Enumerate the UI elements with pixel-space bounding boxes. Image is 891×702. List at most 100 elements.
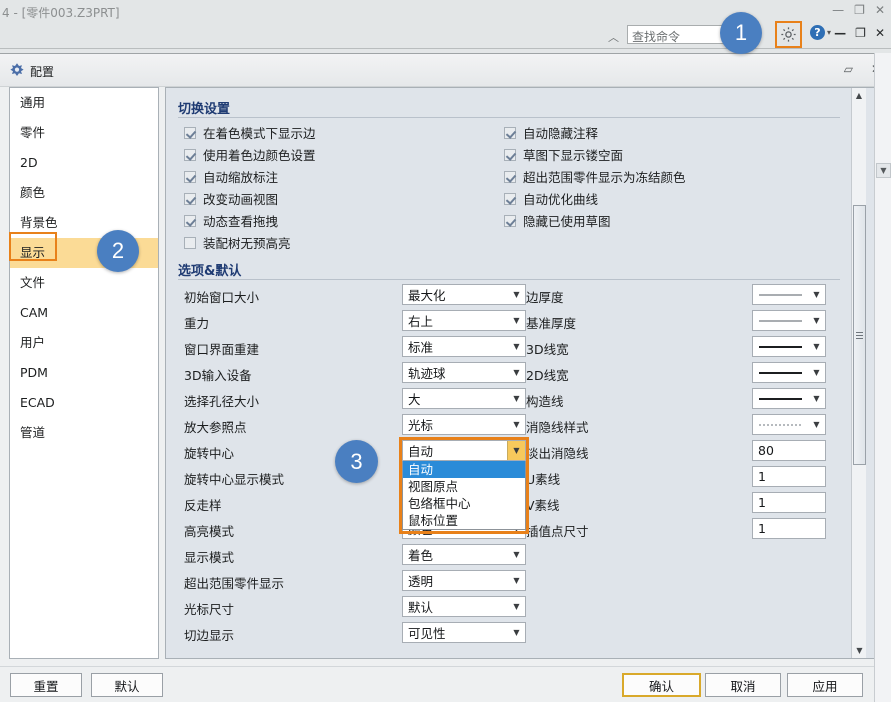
window-controls-top[interactable]: — ❐ ✕ xyxy=(832,4,885,16)
sidebar-item-lingjian[interactable]: 零件 xyxy=(10,118,158,148)
combo-3d-input-device[interactable]: 轨迹球 ▼ xyxy=(402,362,526,383)
chevron-down-icon[interactable]: ▼ xyxy=(508,415,525,434)
chevron-down-icon[interactable]: ▼ xyxy=(508,363,525,382)
input-u-isoline[interactable]: 1 xyxy=(752,466,826,487)
checkbox-row[interactable]: 自动隐藏注释 xyxy=(504,123,598,142)
checkbox-show-hollow-face-sketch[interactable] xyxy=(504,148,516,161)
scrollbar-thumb[interactable] xyxy=(853,205,866,465)
combo-initial-window-size[interactable]: 最大化 ▼ xyxy=(402,284,526,305)
rotation-center-dropdown-list[interactable]: 自动 视图原点 包络框中心 鼠标位置 xyxy=(402,460,526,530)
minimize-icon[interactable]: — xyxy=(832,4,844,16)
scroll-up-arrow-icon[interactable]: ▲ xyxy=(852,88,866,103)
sidebar-item-wenjian[interactable]: 文件 xyxy=(10,268,158,298)
checkbox-row[interactable]: 自动优化曲线 xyxy=(504,189,598,208)
chevron-down-icon[interactable]: ▼ xyxy=(508,597,525,616)
sidebar-item-ecad[interactable]: ECAD xyxy=(10,388,158,418)
apply-button[interactable]: 应用 xyxy=(787,673,863,697)
checkbox-out-of-range-frozen-color[interactable] xyxy=(504,170,516,183)
close-sub-icon[interactable]: ✕ xyxy=(875,27,885,39)
chevron-down-icon[interactable]: ▼ xyxy=(808,311,825,330)
comment-icon[interactable]: ▱ xyxy=(844,62,853,76)
combo-pick-aperture-size[interactable]: 大 ▼ xyxy=(402,388,526,409)
chevron-down-icon[interactable]: ▼ xyxy=(508,571,525,590)
default-button[interactable]: 默认 xyxy=(91,673,163,697)
checkbox-row[interactable]: 超出范围零件显示为冻结颜色 xyxy=(504,167,686,186)
chevron-down-icon[interactable]: ▼ xyxy=(508,285,525,304)
checkbox-row[interactable]: 在着色模式下显示边 xyxy=(184,123,316,142)
chevron-down-icon[interactable]: ▼ xyxy=(508,389,525,408)
sidebar-item-yanse[interactable]: 颜色 xyxy=(10,178,158,208)
scroll-down-arrow-icon[interactable]: ▼ xyxy=(852,643,867,658)
checkbox-hide-used-sketch[interactable] xyxy=(504,214,516,227)
combo-display-mode[interactable]: 着色 ▼ xyxy=(402,544,526,565)
window-controls-sub[interactable]: — ❐ ✕ xyxy=(834,27,885,39)
window-scroll-down-arrow-icon[interactable]: ▼ xyxy=(876,163,891,178)
checkbox-auto-scale-dimension[interactable] xyxy=(184,170,196,183)
sidebar-item-guandao[interactable]: 管道 xyxy=(10,418,158,448)
cancel-button[interactable]: 取消 xyxy=(705,673,781,697)
input-interpolation-point-size[interactable]: 1 xyxy=(752,518,826,539)
chevron-down-icon[interactable]: ▼ xyxy=(508,337,525,356)
window-scrollbar[interactable]: ▼ xyxy=(874,53,891,702)
combo-gravity[interactable]: 右上 ▼ xyxy=(402,310,526,331)
combo-out-of-range-part-display[interactable]: 透明 ▼ xyxy=(402,570,526,591)
combo-window-rebuild[interactable]: 标准 ▼ xyxy=(402,336,526,357)
sidebar-item-beijingse[interactable]: 背景色 xyxy=(10,208,158,238)
checkbox-show-edges-shaded[interactable] xyxy=(184,126,196,139)
sidebar-item-pdm[interactable]: PDM xyxy=(10,358,158,388)
restore-icon[interactable]: ❐ xyxy=(854,4,865,16)
chevron-down-icon[interactable]: ▼ xyxy=(808,389,825,408)
search-input[interactable]: 查找命令 xyxy=(627,25,735,44)
ok-button[interactable]: 确认 xyxy=(622,673,701,697)
combo-tangent-edge-display[interactable]: 可见性 ▼ xyxy=(402,622,526,643)
checkbox-row[interactable]: 隐藏已使用草图 xyxy=(504,211,611,230)
chevron-down-icon[interactable]: ▼ xyxy=(808,363,825,382)
chevron-down-icon[interactable]: ▼ xyxy=(808,337,825,356)
chevron-up-icon[interactable]: ︿ xyxy=(608,29,619,45)
checkbox-row[interactable]: 草图下显示镂空面 xyxy=(504,145,623,164)
checkbox-row[interactable]: 装配树无预高亮 xyxy=(184,233,291,252)
sidebar-item-tongyong[interactable]: 通用 xyxy=(10,88,158,118)
checkbox-row[interactable]: 使用着色边颜色设置 xyxy=(184,145,316,164)
dropdown-option-auto[interactable]: 自动 xyxy=(403,461,525,478)
chevron-down-icon[interactable]: ▼ xyxy=(508,545,525,564)
sidebar-item-2d[interactable]: 2D xyxy=(10,148,158,178)
category-sidebar[interactable]: 通用 零件 2D 颜色 背景色 显示 文件 CAM 用户 PDM ECAD 管道 xyxy=(9,87,159,659)
combo-3d-line-width[interactable]: ▼ xyxy=(752,336,826,357)
settings-gear-button[interactable] xyxy=(777,23,800,46)
combo-2d-line-width[interactable]: ▼ xyxy=(752,362,826,383)
chevron-down-icon[interactable]: ▼ xyxy=(808,415,825,434)
restore-sub-icon[interactable]: ❐ xyxy=(855,27,866,39)
checkbox-dynamic-view-drag[interactable] xyxy=(184,214,196,227)
checkbox-animate-view-change[interactable] xyxy=(184,192,196,205)
help-button[interactable]: ? ▾ xyxy=(810,25,831,40)
dropdown-option-mouse-position[interactable]: 鼠标位置 xyxy=(403,512,525,529)
close-icon[interactable]: ✕ xyxy=(875,4,885,16)
checkbox-row[interactable]: 动态查看拖拽 xyxy=(184,211,278,230)
checkbox-row[interactable]: 改变动画视图 xyxy=(184,189,278,208)
help-icon[interactable]: ? xyxy=(810,25,825,40)
combo-zoom-reference-point[interactable]: 光标 ▼ xyxy=(402,414,526,435)
combo-construction-line[interactable]: ▼ xyxy=(752,388,826,409)
checkbox-auto-optimize-curve[interactable] xyxy=(504,192,516,205)
content-scrollbar[interactable]: ▲ ▼ xyxy=(851,88,866,658)
combo-rotation-center[interactable]: 自动 ▼ xyxy=(402,440,526,461)
minimize-sub-icon[interactable]: — xyxy=(834,27,846,39)
combo-cursor-size[interactable]: 默认 ▼ xyxy=(402,596,526,617)
checkbox-no-prehighlight-assembly-tree[interactable] xyxy=(184,236,196,249)
checkbox-use-shaded-edge-color[interactable] xyxy=(184,148,196,161)
combo-hidden-line-style[interactable]: ▼ xyxy=(752,414,826,435)
input-v-isoline[interactable]: 1 xyxy=(752,492,826,513)
checkbox-auto-hide-annotation[interactable] xyxy=(504,126,516,139)
reset-button[interactable]: 重置 xyxy=(10,673,82,697)
chevron-down-icon[interactable]: ▼ xyxy=(808,285,825,304)
chevron-down-icon[interactable]: ▼ xyxy=(508,311,525,330)
input-fade-hidden-line[interactable]: 80 xyxy=(752,440,826,461)
checkbox-row[interactable]: 自动缩放标注 xyxy=(184,167,278,186)
sidebar-item-cam[interactable]: CAM xyxy=(10,298,158,328)
chevron-down-icon[interactable]: ▼ xyxy=(507,441,525,460)
dropdown-option-bounding-box-center[interactable]: 包络框中心 xyxy=(403,495,525,512)
chevron-down-icon[interactable]: ▼ xyxy=(508,623,525,642)
combo-datum-thickness[interactable]: ▼ xyxy=(752,310,826,331)
help-chevron-down-icon[interactable]: ▾ xyxy=(827,28,831,37)
